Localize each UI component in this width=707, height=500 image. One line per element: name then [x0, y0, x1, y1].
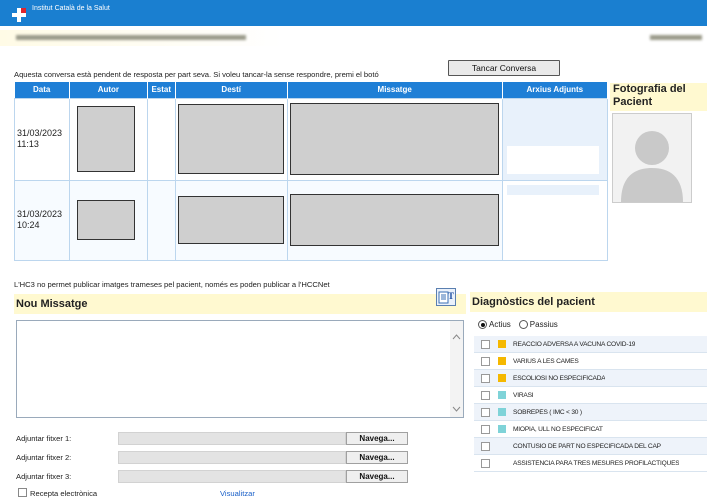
attach-file-1-input[interactable]	[118, 432, 346, 445]
attach-label-3: Adjuntar fitxer 3:	[16, 472, 72, 481]
diagnosis-color-marker	[498, 340, 506, 348]
top-bar: Institut Català de la Salut	[0, 0, 707, 26]
hc3-note: L'HC3 no permet publicar imatges tramese…	[14, 280, 330, 289]
attach-label-1: Adjuntar fitxer 1:	[16, 434, 72, 443]
diagnosis-color-marker	[498, 374, 506, 382]
diagnosis-text: CONTUSIÓ DE PART NO ESPECIFICADA DEL CAP	[513, 442, 661, 450]
list-item[interactable]: REACCIÓ ADVERSA A VACUNA COVID-19	[474, 336, 707, 353]
diagnosis-text: ASSISTÈNCIA PARA TRES MESURES PROFILÀCTI…	[513, 459, 680, 467]
diagnosis-checkbox[interactable]	[481, 424, 490, 434]
view-link[interactable]: Visualitzar	[220, 489, 255, 498]
e-prescription-label: Recepta electrònica	[30, 489, 98, 498]
row-status	[146, 179, 176, 261]
diagnostics-list: REACCIÓ ADVERSA A VACUNA COVID-19 VARIUS …	[474, 336, 707, 472]
ics-logo-icon	[12, 8, 26, 22]
message-textarea[interactable]	[16, 320, 464, 418]
diagnosis-text: SOBREPÈS ( IMC < 30 )	[513, 408, 582, 416]
col-author: Autor	[69, 82, 148, 98]
row-attachments	[501, 179, 609, 261]
attach-label-2: Adjuntar fitxer 2:	[16, 453, 72, 462]
col-attachments: Arxius Adjunts	[502, 82, 609, 98]
diagnosis-checkbox[interactable]	[481, 356, 490, 366]
row-recipient	[174, 97, 288, 181]
diagnosis-color-marker	[498, 391, 506, 399]
row-message	[286, 179, 503, 261]
col-date: Data	[14, 82, 70, 98]
recipient-redacted	[177, 104, 284, 174]
diagnosis-text: VIRASI	[513, 391, 534, 399]
diagnosis-checkbox[interactable]	[481, 390, 490, 400]
col-status: Estat	[147, 82, 176, 98]
browse-file-2-button[interactable]: Navega...	[346, 451, 408, 464]
pending-notice: Aquesta conversa està pendent de respost…	[14, 70, 379, 79]
diagnosis-text: REACCIÓ ADVERSA A VACUNA COVID-19	[513, 340, 636, 348]
message-redacted	[289, 103, 499, 175]
message-scrollbar[interactable]	[450, 321, 463, 417]
user-info-strip	[0, 30, 707, 46]
message-redacted	[289, 194, 499, 246]
svg-text:T: T	[448, 291, 454, 301]
close-conversation-button[interactable]: Tancar Conversa	[448, 60, 560, 76]
table-row[interactable]: 31/03/2023 10:24	[14, 179, 609, 261]
diagnostics-filter: Actius Passius	[478, 320, 558, 329]
list-item[interactable]: SOBREPÈS ( IMC < 30 )	[474, 404, 707, 421]
active-radio-label: Actius	[489, 320, 511, 329]
diagnosis-checkbox[interactable]	[481, 407, 490, 417]
browse-file-1-button[interactable]: Navega...	[346, 432, 408, 445]
diagnosis-checkbox[interactable]	[481, 339, 490, 349]
diagnosis-color-marker	[498, 459, 506, 467]
diagnosis-checkbox[interactable]	[481, 373, 490, 383]
patient-photo-title: Fotografia del Pacient	[610, 83, 707, 111]
row-author	[68, 97, 148, 181]
row-date: 31/03/2023 11:13	[14, 97, 70, 181]
e-prescription-checkbox[interactable]	[18, 488, 27, 497]
org-name: Institut Català de la Salut	[32, 5, 110, 12]
list-item[interactable]: CONTUSIÓ DE PART NO ESPECIFICADA DEL CAP	[474, 438, 707, 455]
diagnosis-color-marker	[498, 442, 506, 450]
row-author	[68, 179, 148, 261]
browse-file-3-button[interactable]: Navega...	[346, 470, 408, 483]
table-header-row: Data Autor Estat Destí Missatge Arxius A…	[14, 82, 609, 98]
insert-text-icon[interactable]: T	[436, 288, 456, 306]
redacted-user-info	[16, 35, 246, 40]
recipient-redacted	[177, 196, 284, 244]
diagnosis-checkbox[interactable]	[481, 441, 490, 451]
diagnosis-color-marker	[498, 357, 506, 365]
attachment-area	[506, 184, 599, 195]
row-recipient	[174, 179, 288, 261]
attachment-area	[506, 145, 599, 174]
row-status	[146, 97, 176, 181]
diagnosis-text: ESCOLIOSI NO ESPECIFICADA	[513, 374, 606, 382]
list-item[interactable]: VIRASI	[474, 387, 707, 404]
diagnostics-title: Diagnòstics del pacient	[470, 292, 707, 312]
list-item[interactable]: MIOPIA, ULL NO ESPECIFICAT	[474, 421, 707, 438]
diagnosis-color-marker	[498, 408, 506, 416]
row-message	[286, 97, 503, 181]
diagnosis-checkbox[interactable]	[481, 458, 490, 468]
col-recipient: Destí	[175, 82, 288, 98]
passive-radio-label: Passius	[529, 320, 558, 329]
attach-file-3-input[interactable]	[118, 470, 346, 483]
row-attachments	[501, 97, 609, 181]
new-message-title: Nou Missatge	[14, 294, 466, 314]
list-item[interactable]: ESCOLIOSI NO ESPECIFICADA	[474, 370, 707, 387]
patient-photo	[612, 113, 692, 203]
table-row[interactable]: 31/03/2023 11:13	[14, 97, 609, 181]
author-redacted	[76, 106, 135, 172]
row-date: 31/03/2023 10:24	[14, 179, 70, 261]
diagnosis-text: MIOPIA, ULL NO ESPECIFICAT	[513, 425, 603, 433]
attach-file-2-input[interactable]	[118, 451, 346, 464]
active-radio[interactable]	[478, 320, 487, 329]
col-message: Missatge	[287, 82, 503, 98]
diagnosis-text: VARIUS A LES CAMES	[513, 357, 579, 365]
diagnosis-color-marker	[498, 425, 506, 433]
list-item[interactable]: VARIUS A LES CAMES	[474, 353, 707, 370]
list-item[interactable]: ASSISTÈNCIA PARA TRES MESURES PROFILÀCTI…	[474, 455, 707, 472]
avatar-placeholder-icon	[613, 114, 691, 202]
redacted-session-info	[650, 35, 702, 40]
conversation-table: Data Autor Estat Destí Missatge Arxius A…	[14, 82, 609, 261]
author-redacted	[76, 200, 135, 240]
passive-radio[interactable]	[518, 320, 528, 329]
